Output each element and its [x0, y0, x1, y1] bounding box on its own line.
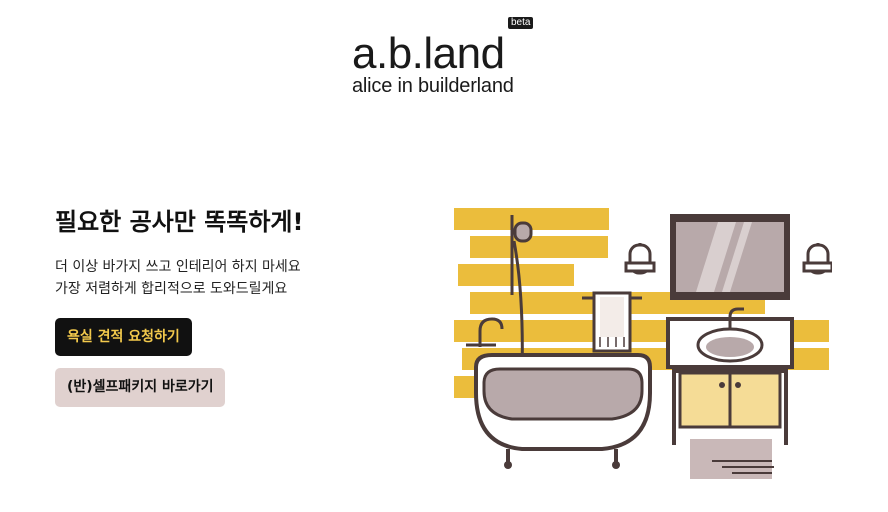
- logo-tagline: alice in builderland: [352, 75, 514, 97]
- self-package-button[interactable]: (반)셀프패키지 바로가기: [55, 368, 226, 407]
- beta-badge: beta: [508, 17, 534, 29]
- bathroom-illustration-icon: [454, 208, 832, 479]
- wall-lamp-left: [624, 243, 656, 275]
- logo[interactable]: a.b.land beta alice in builderland: [0, 14, 888, 98]
- wall-lamp-right: [802, 243, 832, 275]
- logo-wordmark: a.b.land: [352, 29, 505, 78]
- hero-description: 더 이상 바가지 쓰고 인테리어 하지 마세요 가장 저렴하게 합리적으로 도와…: [55, 256, 301, 300]
- request-bathroom-quote-button[interactable]: 욕실 견적 요청하기: [55, 318, 192, 356]
- bath-mat: [690, 439, 774, 479]
- description-line-2: 가장 저렴하게 합리적으로 도와드릴게요: [55, 281, 288, 297]
- mirror: [670, 214, 790, 300]
- description-line-1: 더 이상 바가지 쓰고 인테리어 하지 마세요: [55, 259, 301, 275]
- vanity: [666, 307, 794, 445]
- hero-headline: 필요한 공사만 똑똑하게!: [55, 208, 304, 236]
- bathtub: [474, 353, 652, 469]
